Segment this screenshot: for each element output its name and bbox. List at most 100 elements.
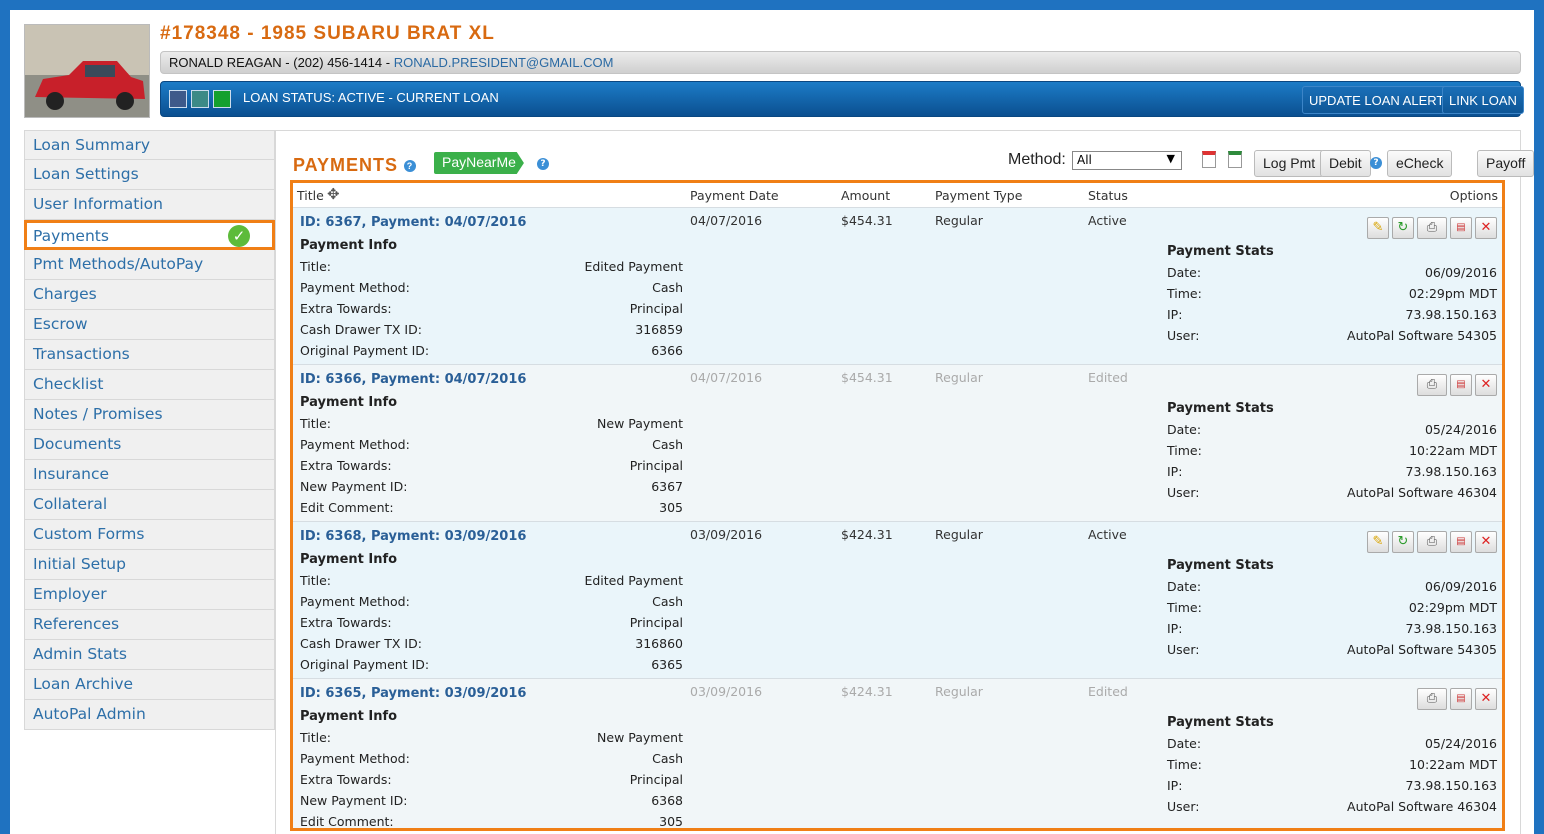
payment-info-label: Payment Method: (300, 594, 410, 609)
paynearme-button[interactable]: PayNearMe (434, 152, 524, 174)
move-icon[interactable]: ✥ (327, 185, 340, 203)
payment-date: 04/07/2016 (690, 370, 763, 385)
payment-info-label: Payment Method: (300, 280, 410, 295)
sidebar-item-payments[interactable]: Payments ✓ (24, 220, 275, 250)
excel-icon[interactable] (1228, 151, 1242, 168)
customer-email-link[interactable]: RONALD.PRESIDENT@GMAIL.COM (394, 55, 614, 70)
customer-info: RONALD REAGAN - (202) 456-1414 - (169, 55, 394, 70)
sidebar-item-notes-promises[interactable]: Notes / Promises (24, 400, 275, 430)
link-loan-button[interactable]: LINK LOAN (1442, 86, 1524, 114)
payment-info-value: New Payment (597, 416, 683, 431)
printer-icon[interactable]: ⎙ (1417, 217, 1447, 239)
payment-id-link[interactable]: ID: 6365, Payment: 03/09/2016 (300, 686, 526, 701)
payment-stats-value: 05/24/2016 (1424, 736, 1497, 751)
sidebar-item-loan-settings[interactable]: Loan Settings (24, 160, 275, 190)
printer-icon[interactable]: ⎙ (1417, 531, 1447, 553)
payment-stats-value: 73.98.150.163 (1405, 621, 1497, 636)
payment-info-value: Principal (629, 615, 683, 630)
sidebar-item-custom-forms[interactable]: Custom Forms (24, 520, 275, 550)
echeck-button[interactable]: eCheck (1387, 150, 1453, 177)
payment-status: Edited (1088, 370, 1128, 385)
payment-info-label: Title: (300, 730, 331, 745)
payment-record: ID: 6368, Payment: 03/09/2016 03/09/2016 $… (293, 521, 1502, 678)
status-square-green[interactable] (213, 90, 231, 108)
update-loan-alert-button[interactable]: UPDATE LOAN ALERT (1302, 86, 1452, 114)
sidebar-item-initial-setup[interactable]: Initial Setup (24, 550, 275, 580)
sidebar-item-documents[interactable]: Documents (24, 430, 275, 460)
payoff-button[interactable]: Payoff (1477, 150, 1534, 177)
column-header-payment-type[interactable]: Payment Type (935, 188, 1022, 203)
payment-info-label: Title: (300, 573, 331, 588)
payment-stats-value: 73.98.150.163 (1405, 464, 1497, 479)
sidebar-item-transactions[interactable]: Transactions (24, 340, 275, 370)
delete-icon[interactable]: ✕ (1475, 374, 1497, 396)
payment-info-value: Cash (652, 280, 683, 295)
row-options: ✎ ↻ ⎙ ▤ ✕ (1367, 531, 1497, 553)
pdf-icon[interactable]: ▤ (1450, 688, 1472, 710)
payment-id-link[interactable]: ID: 6366, Payment: 04/07/2016 (300, 372, 526, 387)
sidebar-item-pmt-methods[interactable]: Pmt Methods/AutoPay (24, 250, 275, 280)
payment-stats-value: AutoPal Software 46304 (1347, 799, 1497, 814)
delete-icon[interactable]: ✕ (1475, 531, 1497, 553)
pdf-icon[interactable] (1202, 151, 1216, 168)
log-pmt-button[interactable]: Log Pmt (1254, 150, 1325, 177)
payment-stats-label: User: (1167, 328, 1200, 343)
sidebar-item-admin-stats[interactable]: Admin Stats (24, 640, 275, 670)
help-icon[interactable]: ? (1370, 157, 1382, 169)
sidebar-item-loan-summary[interactable]: Loan Summary (24, 130, 275, 160)
sidebar-item-loan-archive[interactable]: Loan Archive (24, 670, 275, 700)
delete-icon[interactable]: ✕ (1475, 688, 1497, 710)
pencil-icon[interactable]: ✎ (1367, 531, 1389, 553)
delete-icon[interactable]: ✕ (1475, 217, 1497, 239)
payment-info-value: 316860 (635, 636, 683, 651)
payment-stats-value: 06/09/2016 (1424, 579, 1497, 594)
payment-amount: $424.31 (841, 527, 893, 542)
pencil-icon[interactable]: ✎ (1367, 217, 1389, 239)
payment-stats-heading: Payment Stats (1167, 558, 1274, 573)
sidebar-item-charges[interactable]: Charges (24, 280, 275, 310)
sidebar-item-checklist[interactable]: Checklist (24, 370, 275, 400)
chevron-down-icon: ▼ (1166, 152, 1175, 165)
status-square-blue[interactable] (169, 90, 187, 108)
payment-type: Regular (935, 370, 983, 385)
sidebar-item-insurance[interactable]: Insurance (24, 460, 275, 490)
payment-stats-label: IP: (1167, 621, 1183, 636)
payment-stats-label: Date: (1167, 579, 1202, 594)
payment-id-link[interactable]: ID: 6368, Payment: 03/09/2016 (300, 529, 526, 544)
payment-type: Regular (935, 684, 983, 699)
printer-icon[interactable]: ⎙ (1417, 688, 1447, 710)
pdf-icon[interactable]: ▤ (1450, 374, 1472, 396)
payment-info-label: Edit Comment: (300, 500, 394, 515)
sidebar-item-escrow[interactable]: Escrow (24, 310, 275, 340)
column-header-title[interactable]: Title (297, 188, 324, 203)
sidebar-item-references[interactable]: References (24, 610, 275, 640)
table-header: Title ✥ Payment Date Amount Payment Type… (293, 183, 1502, 207)
payment-info-value: Cash (652, 594, 683, 609)
sidebar-item-collateral[interactable]: Collateral (24, 490, 275, 520)
refresh-icon[interactable]: ↻ (1392, 217, 1414, 239)
payment-stats-label: Date: (1167, 422, 1202, 437)
help-icon[interactable]: ? (537, 158, 549, 170)
vehicle-photo (24, 24, 150, 118)
payment-stats-label: IP: (1167, 464, 1183, 479)
payment-id-link[interactable]: ID: 6367, Payment: 04/07/2016 (300, 215, 526, 230)
pdf-icon[interactable]: ▤ (1450, 531, 1472, 553)
payment-amount: $424.31 (841, 684, 893, 699)
refresh-icon[interactable]: ↻ (1392, 531, 1414, 553)
printer-icon[interactable]: ⎙ (1417, 374, 1447, 396)
column-header-amount[interactable]: Amount (841, 188, 890, 203)
method-select[interactable]: All ▼ (1072, 151, 1182, 170)
help-icon[interactable]: ? (404, 160, 417, 173)
payment-info-label: Title: (300, 259, 331, 274)
sidebar-item-autopal-admin[interactable]: AutoPal Admin (24, 700, 275, 730)
method-label: Method: (1008, 151, 1066, 168)
debit-button[interactable]: Debit (1320, 150, 1371, 177)
pdf-icon[interactable]: ▤ (1450, 217, 1472, 239)
column-header-status[interactable]: Status (1088, 188, 1128, 203)
status-square-teal[interactable] (191, 90, 209, 108)
payment-stats-value: AutoPal Software 54305 (1347, 642, 1497, 657)
sidebar-item-user-information[interactable]: User Information (24, 190, 275, 220)
sidebar-item-employer[interactable]: Employer (24, 580, 275, 610)
payment-stats-value: 02:29pm MDT (1408, 600, 1497, 615)
column-header-payment-date[interactable]: Payment Date (690, 188, 779, 203)
